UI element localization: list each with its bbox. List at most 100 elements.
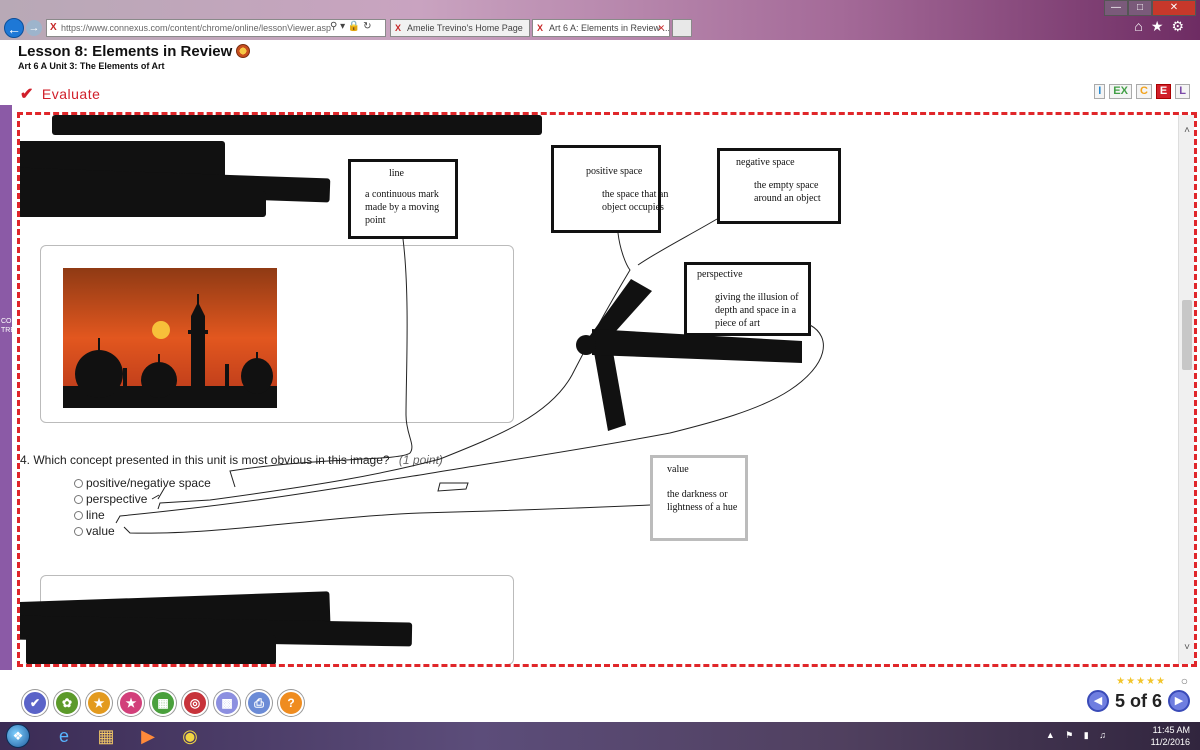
section-header: ✔ Evaluate <box>20 84 100 104</box>
term-label: perspective <box>697 269 743 280</box>
browser-toolbar-icons: ⌂★⚙ <box>1134 18 1192 35</box>
star-icon[interactable]: ★ <box>1151 18 1172 34</box>
option-label[interactable]: perspective <box>86 492 147 506</box>
pin-icon[interactable]: ★ <box>118 690 144 716</box>
content-scrollbar[interactable]: ˄ ˅ <box>1178 115 1194 664</box>
next-arrow-icon[interactable]: ▶ <box>1168 690 1190 712</box>
media-player-icon[interactable]: ▶ <box>128 724 168 748</box>
term-label: line <box>389 168 404 179</box>
mode-button-l[interactable]: L <box>1175 84 1190 99</box>
term-definition: a continuous mark made by a moving point <box>365 189 440 226</box>
question-points: (1 point) <box>398 453 443 467</box>
clock-date: 11/2/2016 <box>1150 737 1190 747</box>
answer-option[interactable]: line <box>74 507 211 523</box>
option-label[interactable]: line <box>86 508 105 522</box>
course-tree-label: COURSE TREE <box>1 318 31 334</box>
chevron-down-icon[interactable]: ˅ <box>1181 642 1193 654</box>
scrollbar-thumb[interactable] <box>1182 300 1192 370</box>
term-definition: the empty space around an object <box>754 180 821 204</box>
target-icon[interactable]: ◎ <box>182 690 208 716</box>
tab-title: Amelie Trevino's Home Page <box>407 23 523 33</box>
calculator-icon[interactable]: ▦ <box>150 690 176 716</box>
maximize-button[interactable]: □ <box>1128 0 1152 16</box>
address-bar-controls[interactable]: ⚲ ▾ 🔒 ↻ <box>330 19 386 37</box>
lesson-title: Lesson 8: Elements in Review <box>18 43 251 60</box>
start-button-icon[interactable]: ❖ <box>6 724 30 748</box>
lesson-mode-buttons: I EX C E L <box>1094 84 1190 99</box>
close-tab-icon[interactable]: ✕ <box>657 20 665 36</box>
redaction-scribble <box>20 191 266 217</box>
chat-icon[interactable]: ▩ <box>214 690 240 716</box>
internet-explorer-icon[interactable]: e <box>44 724 84 748</box>
answer-options: positive/negative space perspective line… <box>74 475 211 539</box>
comment-icon[interactable]: ○ <box>1181 674 1188 688</box>
printer-icon[interactable]: ⎙ <box>246 690 272 716</box>
lesson-tools: ✔ ✿ ★ ★ ▦ ◎ ▩ ⎙ ? <box>22 690 304 716</box>
close-window-button[interactable]: ✕ <box>1152 0 1196 16</box>
checkmark-tool-icon[interactable]: ✔ <box>22 690 48 716</box>
system-clock[interactable]: 11:45 AM 11/2/2016 <box>1126 724 1190 748</box>
gear-icon[interactable]: ⚙ <box>1171 18 1192 34</box>
new-tab-button[interactable] <box>672 19 692 37</box>
answer-option[interactable]: perspective <box>74 491 211 507</box>
connexus-logo-icon: X <box>537 23 544 33</box>
radio-button[interactable] <box>74 478 83 488</box>
window-controls: — □ ✕ <box>1104 0 1196 16</box>
term-box-line: line a continuous mark made by a moving … <box>348 159 458 239</box>
forward-arrow-icon[interactable]: → <box>26 20 42 36</box>
lesson-bottom-toolbar: ★★★★★ ○ ✔ ✿ ★ ★ ▦ ◎ ▩ ⎙ ? ◀ 5 of 6 ▶ <box>0 670 1200 722</box>
checkmark-icon: ✔ <box>20 86 34 103</box>
tab-home-page[interactable]: X Amelie Trevino's Home Page <box>390 19 530 37</box>
lesson-content-frame: 4. Which concept presented in this unit … <box>17 112 1197 667</box>
back-arrow-icon[interactable]: ← <box>4 18 24 38</box>
chevron-up-icon[interactable]: ˄ <box>1181 125 1193 137</box>
clock-time: 11:45 AM <box>1152 725 1190 735</box>
previous-arrow-icon[interactable]: ◀ <box>1086 690 1109 712</box>
browser-titlebar: ← → X https://www.connexus.com/content/c… <box>0 0 1200 40</box>
mode-button-ex[interactable]: EX <box>1109 84 1132 99</box>
question-text: Which concept presented in this unit is … <box>33 453 390 467</box>
page-indicator: 5 of 6 <box>1114 690 1162 711</box>
option-label[interactable]: positive/negative space <box>86 476 211 490</box>
mode-button-i[interactable]: I <box>1094 84 1106 99</box>
redaction-scribble <box>52 115 542 135</box>
answer-option[interactable]: positive/negative space <box>74 475 211 491</box>
question-number: 4. <box>20 453 31 467</box>
mosque-sunset-image <box>63 268 277 408</box>
leaf-icon[interactable]: ✿ <box>54 690 80 716</box>
medal-icon <box>236 44 251 58</box>
radio-button[interactable] <box>74 510 83 520</box>
folder-icon[interactable]: ▦ <box>86 724 126 748</box>
chrome-icon[interactable]: ◉ <box>170 724 210 748</box>
connexus-logo-icon: X <box>395 23 402 33</box>
course-tree-sidebar[interactable]: COURSE TREE <box>0 105 31 715</box>
answer-option[interactable]: value <box>74 523 211 539</box>
rating-stars[interactable]: ★★★★★ <box>1116 676 1166 687</box>
radio-button[interactable] <box>74 494 83 504</box>
term-definition: the darkness or lightness of a hue <box>667 489 738 513</box>
mode-button-c[interactable]: C <box>1135 84 1152 99</box>
windows-taskbar: ❖ e ▦ ▶ ◉ ▲ ⚑ ▮ ♫ 11:45 AM 11/2/2016 <box>0 722 1200 750</box>
award-icon[interactable]: ★ <box>86 690 112 716</box>
help-icon[interactable]: ? <box>278 690 304 716</box>
term-box-value: value the darkness or lightness of a hue <box>650 455 748 541</box>
tab-title: Art 6 A: Elements in Review ... <box>549 23 670 33</box>
question-prompt: 4. Which concept presented in this unit … <box>20 453 443 467</box>
address-url: https://www.connexus.com/content/chrome/… <box>61 23 331 33</box>
system-tray-icons[interactable]: ▲ ⚑ ▮ ♫ <box>1046 730 1110 741</box>
minimize-button[interactable]: — <box>1104 0 1128 16</box>
page-navigator: ◀ 5 of 6 ▶ <box>1086 690 1190 712</box>
redaction-scribble <box>26 635 276 664</box>
mode-button-e[interactable]: E <box>1155 84 1172 99</box>
term-definition: the space that an object occupies <box>602 189 669 213</box>
radio-button[interactable] <box>74 526 83 536</box>
term-label: value <box>667 464 689 475</box>
lesson-viewer-window: ← → X https://www.connexus.com/content/c… <box>0 0 1200 750</box>
question-image-card <box>40 245 514 423</box>
connexus-logo-icon: X <box>50 22 57 33</box>
home-icon[interactable]: ⌂ <box>1134 18 1150 34</box>
option-label[interactable]: value <box>86 524 115 538</box>
term-definition: giving the illusion of depth and space i… <box>715 292 799 329</box>
term-box-positive-space: positive space the space that an object … <box>551 145 668 233</box>
tab-lesson[interactable]: X Art 6 A: Elements in Review ... ✕ <box>532 19 670 37</box>
